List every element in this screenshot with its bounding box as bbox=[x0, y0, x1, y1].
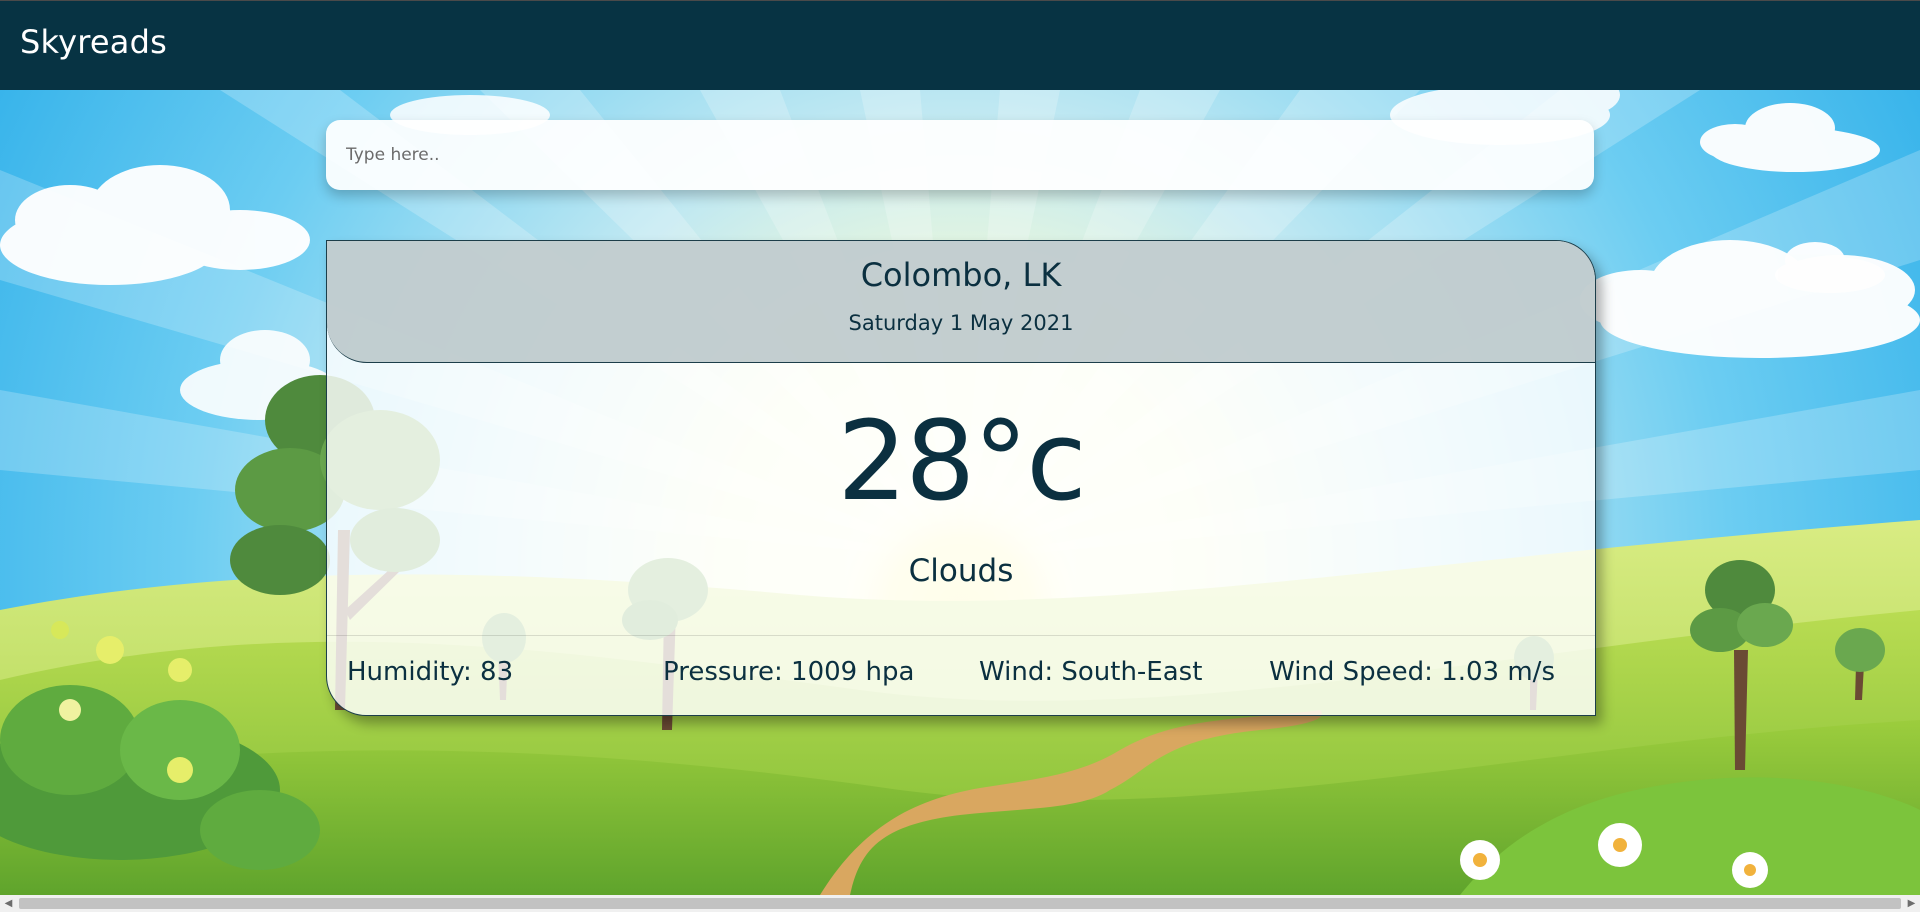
scrollbar-thumb[interactable] bbox=[19, 898, 1901, 909]
scroll-left-arrow-icon[interactable]: ◀ bbox=[0, 895, 17, 912]
scroll-right-arrow-icon[interactable]: ▶ bbox=[1903, 895, 1920, 912]
app-logo-text[interactable]: Skyreads bbox=[20, 23, 167, 61]
wind-direction-stat: Wind: South-East bbox=[979, 657, 1203, 687]
weather-card-header: Colombo, LK Saturday 1 May 2021 bbox=[327, 241, 1595, 363]
weather-stats-row: Humidity: 83 Pressure: 1009 hpa Wind: So… bbox=[347, 657, 1555, 697]
weather-condition: Clouds bbox=[908, 553, 1014, 589]
weather-card: Colombo, LK Saturday 1 May 2021 28°c Clo… bbox=[326, 240, 1596, 716]
date-label: Saturday 1 May 2021 bbox=[848, 311, 1074, 335]
search-box bbox=[326, 120, 1594, 190]
horizontal-scrollbar[interactable]: ◀ ▶ bbox=[0, 895, 1920, 912]
humidity-stat: Humidity: 83 bbox=[347, 657, 514, 687]
weather-app-page: Skyreads Colombo, LK Saturday 1 May 2021… bbox=[0, 0, 1920, 912]
search-input[interactable] bbox=[326, 120, 1594, 190]
wind-speed-stat: Wind Speed: 1.03 m/s bbox=[1269, 657, 1555, 687]
app-header: Skyreads bbox=[0, 0, 1920, 90]
temperature-value: 28°c bbox=[837, 397, 1086, 525]
location-label: Colombo, LK bbox=[860, 256, 1062, 294]
pressure-stat: Pressure: 1009 hpa bbox=[663, 657, 915, 687]
stats-divider bbox=[327, 635, 1595, 636]
